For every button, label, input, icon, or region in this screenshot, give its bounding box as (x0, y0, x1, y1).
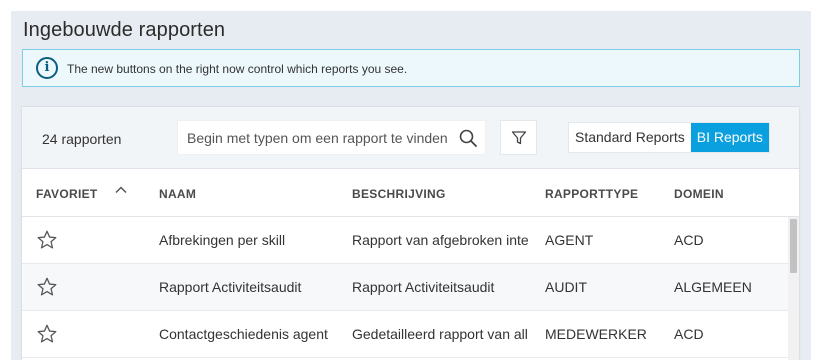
search-box[interactable] (177, 120, 486, 155)
filter-icon (511, 130, 526, 144)
reports-toolbar: 24 rapporten Standard Reports BI Reports (22, 107, 799, 169)
info-banner-text: The new buttons on the right now control… (67, 62, 408, 76)
standard-reports-button[interactable]: Standard Reports (569, 123, 691, 152)
search-icon[interactable] (459, 129, 477, 147)
cell-beschrijving: Gedetailleerd rapport van all (352, 326, 528, 342)
cell-naam[interactable]: Afbrekingen per skill (159, 232, 344, 248)
table-row[interactable]: Contactgeschiedenis agent Gedetailleerd … (22, 311, 788, 358)
table-header: FAVORIET NAAM BESCHRIJVING RAPPORTTYPE D… (22, 169, 799, 217)
column-header-rapporttype[interactable]: RAPPORTTYPE (545, 187, 638, 201)
column-header-naam[interactable]: NAAM (159, 187, 196, 201)
scrollbar-thumb[interactable] (790, 219, 797, 273)
cell-rapporttype: AGENT (545, 232, 594, 248)
cell-beschrijving: Rapport van afgebroken inte (352, 232, 529, 248)
table-row[interactable]: Rapport Activiteitsaudit Rapport Activit… (22, 264, 788, 311)
bi-reports-button[interactable]: BI Reports (690, 123, 769, 152)
star-icon[interactable] (36, 276, 58, 298)
column-header-favoriet[interactable]: FAVORIET (36, 187, 98, 201)
star-icon[interactable] (36, 229, 58, 251)
star-icon[interactable] (36, 323, 58, 345)
table-body: Afbrekingen per skill Rapport van afgebr… (22, 217, 788, 360)
report-type-toggle: Standard Reports BI Reports (568, 122, 770, 153)
cell-domein: ACD (674, 232, 704, 248)
filter-button[interactable] (500, 120, 537, 155)
vertical-scrollbar[interactable] (788, 217, 799, 360)
page-title: Ingebouwde rapporten (23, 19, 226, 41)
cell-domein: ALGEMEEN (674, 279, 752, 295)
info-banner: i The new buttons on the right now contr… (22, 49, 800, 87)
cell-beschrijving: Rapport Activiteitsaudit (352, 279, 495, 295)
report-count: 24 rapporten (42, 131, 122, 147)
search-input[interactable] (178, 121, 460, 154)
sort-ascending-icon[interactable] (114, 183, 128, 197)
cell-rapporttype: MEDEWERKER (545, 326, 647, 342)
reports-page: Ingebouwde rapporten i The new buttons o… (11, 11, 811, 360)
cell-domein: ACD (674, 326, 704, 342)
cell-naam[interactable]: Rapport Activiteitsaudit (159, 279, 344, 295)
reports-panel: 24 rapporten Standard Reports BI Reports… (22, 107, 799, 360)
table-row[interactable]: Afbrekingen per skill Rapport van afgebr… (22, 217, 788, 264)
column-header-domein[interactable]: DOMEIN (674, 187, 724, 201)
column-header-beschrijving[interactable]: BESCHRIJVING (352, 187, 446, 201)
cell-rapporttype: AUDIT (545, 279, 587, 295)
cell-naam[interactable]: Contactgeschiedenis agent (159, 326, 344, 342)
info-icon: i (36, 57, 58, 79)
